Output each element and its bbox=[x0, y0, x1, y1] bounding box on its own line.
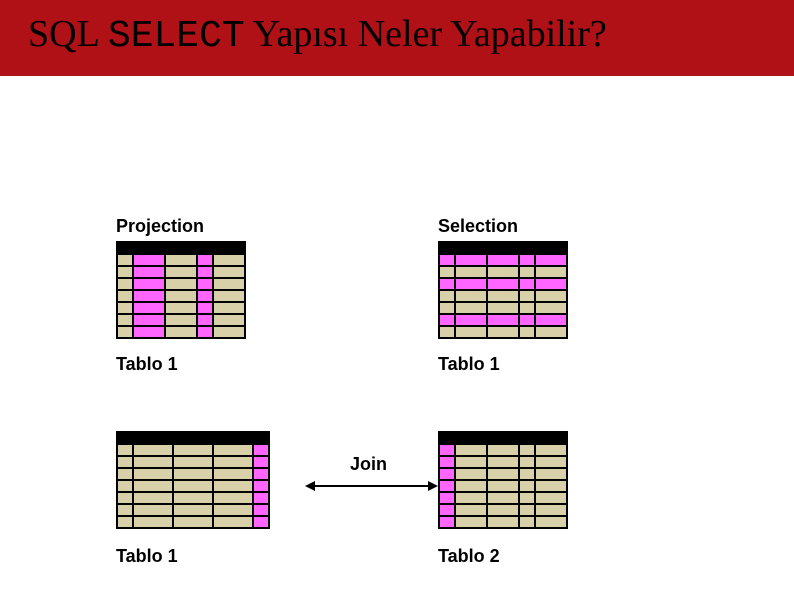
content-area: Projection Selection Tablo 1 Tablo 1 Joi… bbox=[0, 76, 794, 106]
slide: SQL SELECT Yapısı Neler Yapabilir? Proje… bbox=[0, 0, 794, 595]
label-table2: Tablo 2 bbox=[438, 546, 500, 567]
title-mono: SELECT bbox=[108, 15, 245, 58]
label-join: Join bbox=[350, 454, 387, 475]
label-table1-b: Tablo 1 bbox=[438, 354, 500, 375]
label-table1-c: Tablo 1 bbox=[116, 546, 178, 567]
label-projection: Projection bbox=[116, 216, 204, 237]
projection-table-icon bbox=[116, 241, 246, 339]
title-pre: SQL bbox=[28, 13, 108, 55]
title-post: Yapısı Neler Yapabilir? bbox=[245, 13, 607, 55]
label-selection: Selection bbox=[438, 216, 518, 237]
label-table1-a: Tablo 1 bbox=[116, 354, 178, 375]
join-table1-icon bbox=[116, 431, 270, 529]
title-bar: SQL SELECT Yapısı Neler Yapabilir? bbox=[0, 0, 794, 76]
join-table2-icon bbox=[438, 431, 568, 529]
join-arrow-icon bbox=[305, 478, 438, 494]
selection-table-icon bbox=[438, 241, 568, 339]
